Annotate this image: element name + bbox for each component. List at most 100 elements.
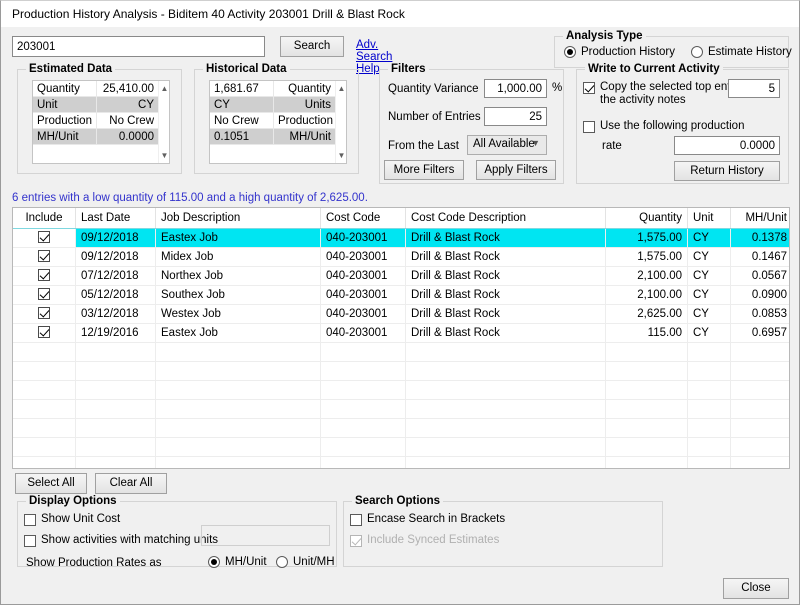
scroll-up-icon[interactable]: ▲	[159, 83, 169, 94]
write-to-activity-title: Write to Current Activity	[585, 63, 723, 75]
row-include-checkbox[interactable]	[38, 326, 50, 338]
scroll-down-icon[interactable]: ▼	[336, 150, 346, 161]
historical-units-value: CY	[210, 97, 273, 113]
cell-empty	[606, 438, 688, 456]
estimated-data-scrollbar[interactable]: ▲ ▼	[158, 81, 169, 163]
table-row-empty[interactable]	[13, 362, 789, 381]
cell-empty	[76, 419, 156, 437]
analysis-type-title: Analysis Type	[563, 30, 646, 42]
encase-search-checkbox[interactable]: Encase Search in Brackets	[350, 513, 505, 526]
cell-empty	[76, 457, 156, 468]
cell-include[interactable]	[13, 248, 76, 266]
select-all-button[interactable]: Select All	[15, 473, 87, 494]
column-header-cost-code-description[interactable]: Cost Code Description	[406, 208, 606, 228]
checkbox-icon	[24, 535, 36, 547]
more-filters-button[interactable]: More Filters	[384, 160, 464, 180]
apply-filters-button[interactable]: Apply Filters	[476, 160, 556, 180]
estimated-mhunit-label: MH/Unit	[33, 129, 96, 145]
row-include-checkbox[interactable]	[38, 231, 50, 243]
table-row[interactable]: 12/19/2016 Eastex Job 040-203001 Drill & Bl…	[13, 324, 789, 343]
historical-data-scrollbar[interactable]: ▲ ▼	[335, 81, 346, 163]
column-header-last-date[interactable]: Last Date	[76, 208, 156, 228]
historical-data-group: Historical Data 1,681.67 Quantity CY Uni…	[194, 63, 359, 174]
table-row-empty[interactable]	[13, 400, 789, 419]
row-include-checkbox[interactable]	[38, 250, 50, 262]
estimated-production-label: Production	[33, 113, 96, 129]
radio-unit-per-mh[interactable]: Unit/MH	[276, 556, 335, 568]
historical-production-value: No Crew	[210, 113, 273, 129]
column-header-quantity[interactable]: Quantity	[606, 208, 688, 228]
estimated-data-grid[interactable]: Quantity 25,410.00 Unit CY Production No…	[32, 80, 170, 164]
cell-job-description: Eastex Job	[156, 324, 321, 342]
historical-data-grid[interactable]: 1,681.67 Quantity CY Units No Crew Produ…	[209, 80, 347, 164]
historical-data-title: Historical Data	[203, 63, 290, 75]
cell-mh-unit: 0.1467	[731, 248, 789, 266]
show-unit-cost-checkbox[interactable]: Show Unit Cost	[24, 513, 120, 526]
column-header-job-description[interactable]: Job Description	[156, 208, 321, 228]
radio-production-history[interactable]: Production History	[564, 46, 675, 58]
row-include-checkbox[interactable]	[38, 269, 50, 281]
cell-cost-code: 040-203001	[321, 324, 406, 342]
cell-include[interactable]	[13, 305, 76, 323]
column-header-cost-code[interactable]: Cost Code	[321, 208, 406, 228]
radio-mh-per-unit[interactable]: MH/Unit	[208, 556, 267, 568]
scroll-up-icon[interactable]: ▲	[336, 83, 346, 94]
table-row[interactable]: 05/12/2018 Southex Job 040-203001 Drill & B…	[13, 286, 789, 305]
column-header-unit[interactable]: Unit	[688, 208, 731, 228]
chevron-down-icon: ▼	[531, 138, 540, 148]
copy-count-input[interactable]	[728, 79, 780, 98]
cell-cost-code-description: Drill & Blast Rock	[406, 229, 606, 247]
column-header-include[interactable]: Include	[13, 208, 76, 228]
historical-data-row: 0.1051 MH/Unit	[210, 129, 346, 145]
encase-search-label: Encase Search in Brackets	[367, 513, 506, 525]
estimated-quantity-value: 25,410.00	[96, 81, 158, 97]
cell-empty	[688, 400, 731, 418]
table-row-empty[interactable]	[13, 419, 789, 438]
cell-include[interactable]	[13, 286, 76, 304]
search-button[interactable]: Search	[280, 36, 344, 57]
cell-include[interactable]	[13, 229, 76, 247]
production-rates-label: Show Production Rates as	[26, 557, 162, 569]
from-the-last-select[interactable]: All Available ▼	[467, 135, 547, 155]
cell-cost-code: 040-203001	[321, 305, 406, 323]
cell-empty	[321, 381, 406, 399]
cell-empty	[688, 457, 731, 468]
quantity-variance-input[interactable]	[484, 79, 547, 98]
search-input[interactable]	[12, 36, 265, 57]
cell-empty	[321, 362, 406, 380]
cell-empty	[156, 438, 321, 456]
column-header-mh-unit[interactable]: MH/Unit	[731, 208, 789, 228]
table-row-empty[interactable]	[13, 381, 789, 400]
table-row[interactable]: 03/12/2018 Westex Job 040-203001 Drill & Bl…	[13, 305, 789, 324]
table-row[interactable]: 07/12/2018 Northex Job 040-203001 Drill & B…	[13, 267, 789, 286]
estimated-data-row: Quantity 25,410.00	[33, 81, 169, 97]
row-include-checkbox[interactable]	[38, 307, 50, 319]
show-unit-cost-label: Show Unit Cost	[41, 513, 121, 525]
cell-empty	[321, 438, 406, 456]
table-row[interactable]: 09/12/2018 Eastex Job 040-203001 Drill & Bl…	[13, 229, 789, 248]
clear-all-button[interactable]: Clear All	[95, 473, 167, 494]
historical-quantity-label: Quantity	[273, 81, 335, 97]
estimated-production-value: No Crew	[96, 113, 158, 129]
row-include-checkbox[interactable]	[38, 288, 50, 300]
copy-top-entries-checkbox[interactable]: Copy the selected top entries to the act…	[583, 81, 762, 107]
production-rate-input[interactable]	[674, 136, 780, 155]
radio-estimate-history[interactable]: Estimate History	[691, 46, 792, 58]
return-history-button[interactable]: Return History	[674, 161, 780, 181]
scroll-down-icon[interactable]: ▼	[159, 150, 169, 161]
number-of-entries-input[interactable]	[484, 107, 547, 126]
table-row[interactable]: 09/12/2018 Midex Job 040-203001 Drill & Bla…	[13, 248, 789, 267]
close-button[interactable]: Close	[723, 578, 789, 599]
table-body: 09/12/2018 Eastex Job 040-203001 Drill & Bl…	[13, 229, 789, 468]
number-of-entries-label: Number of Entries	[388, 111, 481, 123]
show-matching-units-checkbox[interactable]: Show activities with matching units	[24, 534, 218, 547]
cell-include[interactable]	[13, 324, 76, 342]
cell-include[interactable]	[13, 267, 76, 285]
use-production-rate-checkbox[interactable]: Use the following production	[583, 120, 744, 133]
table-row-empty[interactable]	[13, 343, 789, 362]
summary-text: 6 entries with a low quantity of 115.00 …	[12, 192, 368, 204]
cell-empty	[76, 343, 156, 361]
table-row-empty[interactable]	[13, 438, 789, 457]
cell-empty	[731, 438, 789, 456]
table-row-empty[interactable]	[13, 457, 789, 468]
